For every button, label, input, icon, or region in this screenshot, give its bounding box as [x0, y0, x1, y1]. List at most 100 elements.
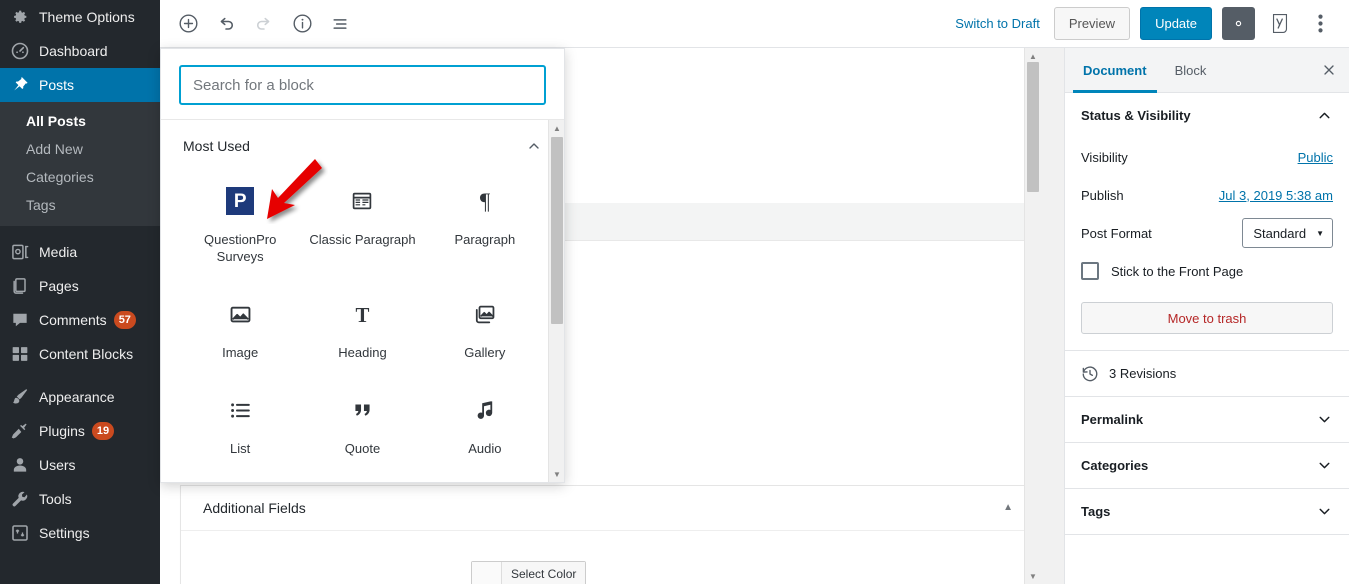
- block-grid: P QuestionPro Surveys Classic Paragraph ¶ Pa…: [179, 172, 546, 471]
- post-format-select[interactable]: Standard ▼: [1242, 218, 1333, 248]
- yoast-seo-button[interactable]: [1265, 7, 1295, 40]
- collapsed-panels: Permalink Categories Tags: [1065, 397, 1349, 535]
- svg-text:¶: ¶: [480, 189, 491, 214]
- sidebar-item-posts[interactable]: Posts: [0, 68, 160, 102]
- status-badge: 57: [113, 311, 136, 329]
- chevron-up-icon[interactable]: [1316, 107, 1333, 124]
- submenu-item-categories[interactable]: Categories: [0, 163, 160, 191]
- post-format-value: Standard: [1253, 225, 1307, 241]
- plug-icon: [10, 421, 30, 441]
- block-search-wrap: [161, 49, 564, 119]
- sidebar-item-label: Media: [39, 244, 78, 260]
- switch-to-draft-link[interactable]: Switch to Draft: [951, 16, 1044, 31]
- most-used-category-header[interactable]: Most Used: [179, 120, 546, 172]
- more-options-button[interactable]: [1305, 7, 1335, 40]
- move-to-trash-button[interactable]: Move to trash: [1081, 302, 1333, 334]
- content-info-button[interactable]: [284, 6, 320, 42]
- questionpro-icon: P: [226, 187, 255, 215]
- block-item-audio[interactable]: Audio: [424, 381, 546, 471]
- chevron-down-icon[interactable]: [1316, 457, 1333, 474]
- block-item-image[interactable]: Image: [179, 285, 301, 375]
- visibility-value-link[interactable]: Public: [1298, 150, 1333, 165]
- submenu-item-tags[interactable]: Tags: [0, 191, 160, 219]
- sidebar-item-pages[interactable]: Pages: [0, 269, 160, 303]
- sidebar-item-label: Content Blocks: [39, 346, 134, 362]
- gallery-icon: [472, 295, 497, 333]
- sidebar-item-users[interactable]: Users: [0, 448, 160, 482]
- submenu-item-add-new[interactable]: Add New: [0, 135, 160, 163]
- block-navigation-button[interactable]: [322, 6, 358, 42]
- sticky-checkbox[interactable]: [1081, 262, 1099, 280]
- chevron-down-icon[interactable]: [1316, 411, 1333, 428]
- sidebar-item-tools[interactable]: Tools: [0, 482, 160, 516]
- pilcrow-icon: ¶: [472, 182, 498, 220]
- sidebar-item-label: Theme Options: [39, 9, 135, 25]
- block-item-classic-paragraph[interactable]: Classic Paragraph: [301, 172, 423, 279]
- sidebar-item-media[interactable]: Media: [0, 235, 160, 269]
- panel-permalink-header[interactable]: Permalink: [1065, 397, 1349, 442]
- block-item-label: List: [230, 441, 251, 456]
- sidebar-item-plugins[interactable]: Plugins 19: [0, 414, 160, 448]
- preview-button[interactable]: Preview: [1053, 7, 1131, 40]
- editor-scrollbar[interactable]: ▲ ▼: [1024, 48, 1040, 584]
- block-list-inner: Most Used P QuestionPro Surveys Classic Pa…: [161, 120, 564, 471]
- block-item-quote[interactable]: Quote: [301, 381, 423, 471]
- panel-tags: Tags: [1065, 489, 1349, 535]
- classic-paragraph-icon: [350, 182, 374, 220]
- block-item-paragraph[interactable]: ¶ Paragraph: [424, 172, 546, 279]
- sidebar-item-label: Users: [39, 457, 76, 473]
- audio-icon: [473, 391, 497, 429]
- inserter-scroll-thumb[interactable]: [551, 137, 563, 324]
- tab-block[interactable]: Block: [1161, 48, 1221, 93]
- editor-scroll-thumb[interactable]: [1027, 62, 1039, 192]
- chevron-down-icon: ▼: [1316, 228, 1324, 238]
- revisions-row[interactable]: 3 Revisions: [1065, 351, 1349, 397]
- publish-date-link[interactable]: Jul 3, 2019 5:38 am: [1219, 188, 1333, 203]
- sidebar-item-dashboard[interactable]: Dashboard: [0, 34, 160, 68]
- sidebar-item-content-blocks[interactable]: Content Blocks: [0, 337, 160, 371]
- sidebar-item-appearance[interactable]: Appearance: [0, 380, 160, 414]
- sidebar-item-comments[interactable]: Comments 57: [0, 303, 160, 337]
- panel-tags-header[interactable]: Tags: [1065, 489, 1349, 534]
- settings-gear-button[interactable]: [1222, 7, 1255, 40]
- block-item-label: Quote: [344, 441, 381, 456]
- tab-document[interactable]: Document: [1069, 48, 1161, 93]
- scroll-up-icon[interactable]: ▲: [549, 120, 564, 136]
- submenu-item-all-posts[interactable]: All Posts: [0, 107, 160, 135]
- block-item-heading[interactable]: T Heading: [301, 285, 423, 375]
- chevron-up-icon[interactable]: [526, 138, 542, 154]
- search-input[interactable]: [179, 65, 546, 105]
- panel-permalink: Permalink: [1065, 397, 1349, 443]
- block-item-label: Paragraph: [454, 232, 516, 247]
- additional-fields-body: Select Color Post label: Best section:: [181, 531, 1027, 584]
- visibility-row: Visibility Public: [1081, 138, 1333, 176]
- add-block-button[interactable]: [170, 6, 206, 42]
- close-icon[interactable]: [1309, 48, 1349, 93]
- block-item-label: Classic Paragraph: [309, 232, 416, 247]
- status-visibility-panel: Status & Visibility Visibility Public Pu…: [1065, 93, 1349, 351]
- panel-categories-header[interactable]: Categories: [1065, 443, 1349, 488]
- redo-button[interactable]: [246, 6, 282, 42]
- block-item-gallery[interactable]: Gallery: [424, 285, 546, 375]
- triangle-up-icon[interactable]: ▲: [1003, 503, 1013, 513]
- sidebar-item-theme-options[interactable]: Theme Options: [0, 0, 160, 34]
- panel-title: Tags: [1081, 504, 1111, 519]
- block-inserter-popover: Most Used P QuestionPro Surveys Classic Pa…: [160, 48, 565, 483]
- chevron-down-icon[interactable]: [1316, 503, 1333, 520]
- sidebar-item-label: Pages: [39, 278, 79, 294]
- scroll-down-icon[interactable]: ▼: [1025, 568, 1040, 584]
- publish-row: Publish Jul 3, 2019 5:38 am: [1081, 176, 1333, 214]
- sticky-checkbox-row[interactable]: Stick to the Front Page: [1081, 262, 1333, 280]
- block-item-list[interactable]: List: [179, 381, 301, 471]
- scroll-down-icon[interactable]: ▼: [549, 466, 564, 482]
- color-picker[interactable]: Select Color: [471, 561, 587, 584]
- update-button[interactable]: Update: [1140, 7, 1212, 40]
- block-item-questionpro-surveys[interactable]: P QuestionPro Surveys: [179, 172, 301, 279]
- status-visibility-header[interactable]: Status & Visibility: [1065, 93, 1349, 138]
- sidebar-item-settings[interactable]: Settings: [0, 516, 160, 550]
- inserter-scrollbar[interactable]: ▲ ▼: [548, 120, 564, 482]
- undo-button[interactable]: [208, 6, 244, 42]
- color-swatch[interactable]: [472, 562, 502, 584]
- panel-title: Permalink: [1081, 412, 1144, 427]
- additional-fields-header[interactable]: Additional Fields ▲: [181, 486, 1027, 531]
